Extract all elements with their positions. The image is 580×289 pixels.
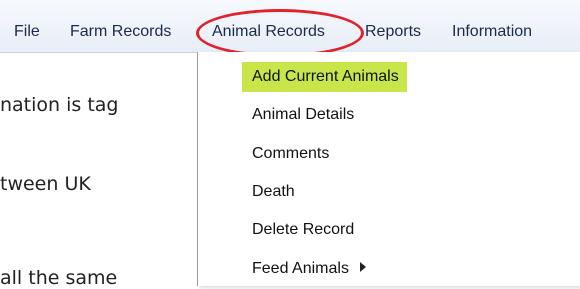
menu-file[interactable]: File xyxy=(14,23,40,41)
animal-records-dropdown: Add Current Animals Animal Details Comme… xyxy=(197,52,580,286)
menu-item-delete-record[interactable]: Delete Record xyxy=(242,215,362,245)
document-text-line: tween UK xyxy=(0,173,91,195)
menu-item-add-current-animals[interactable]: Add Current Animals xyxy=(242,62,407,92)
document-text-line: nation is tag xyxy=(0,94,119,116)
menu-bar: File Farm Records Animal Records Reports… xyxy=(0,0,580,53)
menu-information[interactable]: Information xyxy=(452,23,532,41)
menu-reports[interactable]: Reports xyxy=(365,23,421,41)
menu-item-animal-details[interactable]: Animal Details xyxy=(242,100,362,130)
triangle-right-icon xyxy=(360,262,366,272)
menu-item-feed-animals[interactable]: Feed Animals xyxy=(242,254,357,284)
menu-item-comments[interactable]: Comments xyxy=(242,139,337,169)
menu-item-death[interactable]: Death xyxy=(242,177,303,207)
menu-farm-records[interactable]: Farm Records xyxy=(70,23,171,41)
menu-animal-records[interactable]: Animal Records xyxy=(212,23,325,41)
